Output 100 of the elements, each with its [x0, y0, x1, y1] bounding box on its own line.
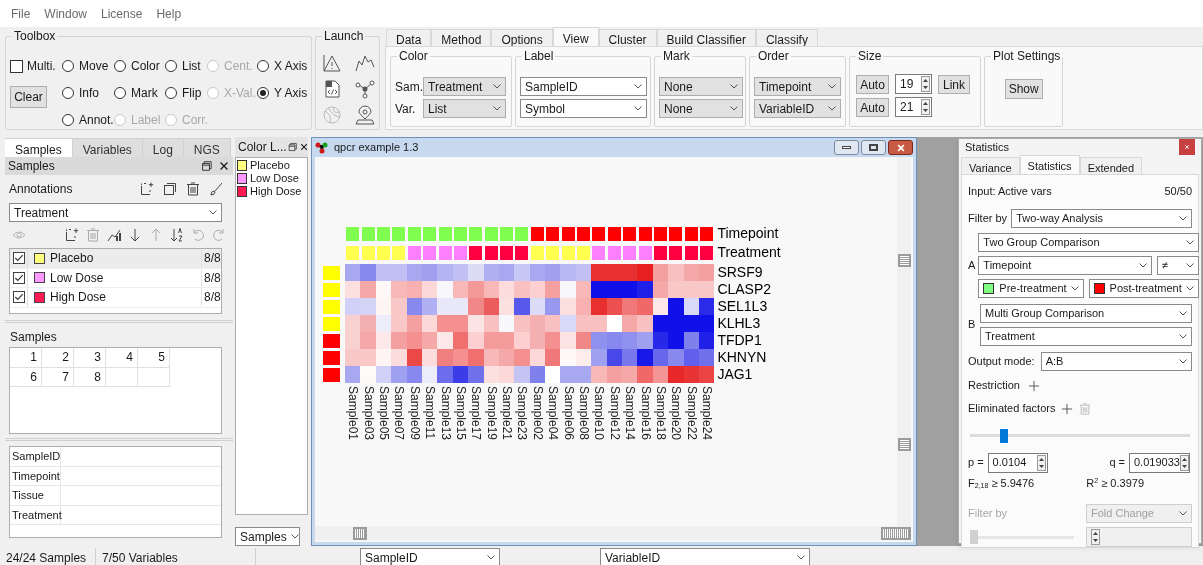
horizontal-scrollbar[interactable] — [315, 526, 911, 540]
dropdown[interactable]: VariableID — [754, 99, 841, 118]
grid-cell[interactable]: 7 — [42, 367, 74, 387]
grid-cell[interactable]: 4 — [106, 348, 138, 368]
radio-button[interactable]: Y Axis — [257, 84, 311, 102]
dropdown[interactable]: Treatment — [980, 326, 1192, 346]
menu-item[interactable]: Window — [44, 4, 88, 23]
radio-button[interactable]: Move — [62, 57, 114, 75]
tab[interactable]: Data — [386, 29, 432, 46]
float-icon[interactable] — [200, 160, 212, 172]
trash-icon[interactable] — [186, 182, 200, 196]
slider[interactable] — [970, 428, 1190, 443]
network-icon[interactable] — [355, 79, 375, 99]
code-file-icon[interactable] — [322, 79, 342, 99]
copy-icon[interactable] — [163, 182, 177, 196]
scrollbar-grip[interactable] — [897, 254, 911, 267]
tab[interactable]: Variance — [961, 156, 1020, 174]
sort-icon[interactable] — [170, 228, 184, 242]
radio-button[interactable]: Mark — [114, 84, 165, 102]
add-icon[interactable] — [140, 182, 154, 196]
menu-item[interactable]: License — [101, 4, 143, 23]
dropdown[interactable]: None — [659, 77, 743, 96]
radio-button[interactable]: List — [165, 57, 207, 75]
dropdown[interactable]: Multi Group Comparison — [980, 303, 1192, 323]
dropdown[interactable]: Pre-treatment — [978, 278, 1084, 298]
menu-item[interactable]: Help — [156, 4, 182, 23]
vertical-scrollbar[interactable] — [897, 157, 911, 526]
list-row[interactable]: Low Dose 8/8 — [10, 268, 221, 288]
list-row[interactable]: High Dose 8/8 — [10, 288, 221, 308]
dropdown[interactable]: List — [423, 99, 506, 118]
restore-button[interactable] — [861, 140, 886, 155]
grid-cell[interactable] — [138, 367, 170, 387]
dropdown[interactable]: SampleID — [520, 77, 647, 96]
dropdown[interactable]: Timepoint — [978, 255, 1152, 275]
radio-button[interactable]: Flip — [165, 84, 207, 102]
triangle-chart-icon[interactable] — [322, 53, 342, 73]
close-icon[interactable] — [218, 160, 230, 172]
menu-item[interactable]: File — [11, 4, 31, 23]
dropdown[interactable]: None — [659, 99, 743, 118]
dropdown[interactable]: Treatment — [423, 77, 506, 96]
dropdown[interactable]: VariableID — [600, 548, 810, 565]
radio-button[interactable]: Annot. — [62, 111, 114, 129]
link-button[interactable]: Link — [938, 74, 970, 94]
scrollbar-grip[interactable] — [353, 526, 367, 540]
close-button[interactable] — [1179, 139, 1195, 156]
spin-box[interactable] — [1086, 527, 1192, 547]
tab[interactable]: Cluster — [598, 29, 657, 46]
slider[interactable] — [970, 530, 1074, 544]
dropdown[interactable]: A:B — [1040, 351, 1192, 371]
checkbox[interactable] — [10, 59, 23, 73]
grid-cell[interactable] — [106, 367, 138, 387]
tab[interactable]: Samples — [5, 138, 73, 157]
dropdown[interactable]: Two Group Comparison — [978, 232, 1199, 252]
minimize-button[interactable] — [834, 140, 859, 155]
tab[interactable]: Log — [142, 138, 184, 157]
spin-box[interactable]: 21 — [895, 97, 932, 117]
radio-button[interactable]: Info — [62, 84, 114, 102]
scrollbar-grip[interactable] — [897, 438, 911, 451]
show-button[interactable]: Show — [1004, 79, 1043, 99]
auto-button[interactable]: Auto — [856, 97, 889, 117]
peaks-icon[interactable] — [355, 53, 375, 73]
map-pin-icon[interactable] — [355, 105, 375, 125]
grid-cell[interactable]: 8 — [74, 367, 106, 387]
close-button[interactable] — [888, 140, 913, 155]
auto-button[interactable]: Auto — [856, 74, 889, 94]
close-icon[interactable] — [298, 142, 309, 152]
dropdown[interactable]: ≠ — [1156, 255, 1199, 275]
grid-cell[interactable]: 5 — [138, 348, 170, 368]
tab[interactable]: Extended — [1079, 156, 1143, 174]
list-row[interactable]: Placebo 8/8 — [10, 249, 221, 269]
dropdown[interactable]: Symbol — [520, 99, 647, 118]
tab[interactable]: Build Classifier — [656, 29, 756, 46]
clear-button[interactable]: Clear — [10, 86, 47, 108]
dropdown[interactable]: Samples — [235, 527, 300, 546]
chart-edit-icon[interactable] — [107, 228, 121, 242]
tab[interactable]: Classify — [755, 29, 818, 46]
dropdown[interactable]: SampleID — [360, 548, 500, 565]
grid-cell[interactable]: 3 — [74, 348, 106, 368]
brush-icon[interactable] — [209, 182, 223, 196]
tab[interactable]: Statistics — [1019, 154, 1080, 174]
grid-cell[interactable]: 1 — [10, 348, 42, 368]
checkbox[interactable] — [12, 252, 25, 265]
spin-box[interactable]: 0.0104 — [987, 452, 1048, 473]
dropdown[interactable]: Timepoint — [754, 77, 841, 96]
radio-button[interactable]: X Axis — [257, 57, 311, 75]
grid-cell[interactable]: 6 — [10, 367, 42, 387]
tab[interactable]: Variables — [72, 138, 143, 157]
down-arrow-icon[interactable] — [128, 228, 142, 242]
slider-thumb[interactable] — [999, 428, 1008, 443]
radio-button[interactable]: Color — [114, 57, 165, 75]
checkbox[interactable] — [12, 271, 25, 284]
dropdown[interactable]: Post-treatment — [1088, 278, 1199, 298]
float-icon[interactable] — [286, 142, 297, 152]
dropdown[interactable]: Two-way Analysis — [1011, 208, 1192, 228]
checkbox[interactable] — [12, 291, 25, 304]
spin-box[interactable]: 19 — [895, 74, 932, 94]
tab[interactable]: NGS — [183, 138, 231, 157]
tab[interactable]: Method — [431, 29, 492, 46]
add-icon[interactable] — [65, 228, 79, 242]
grid-cell[interactable]: 2 — [42, 348, 74, 368]
